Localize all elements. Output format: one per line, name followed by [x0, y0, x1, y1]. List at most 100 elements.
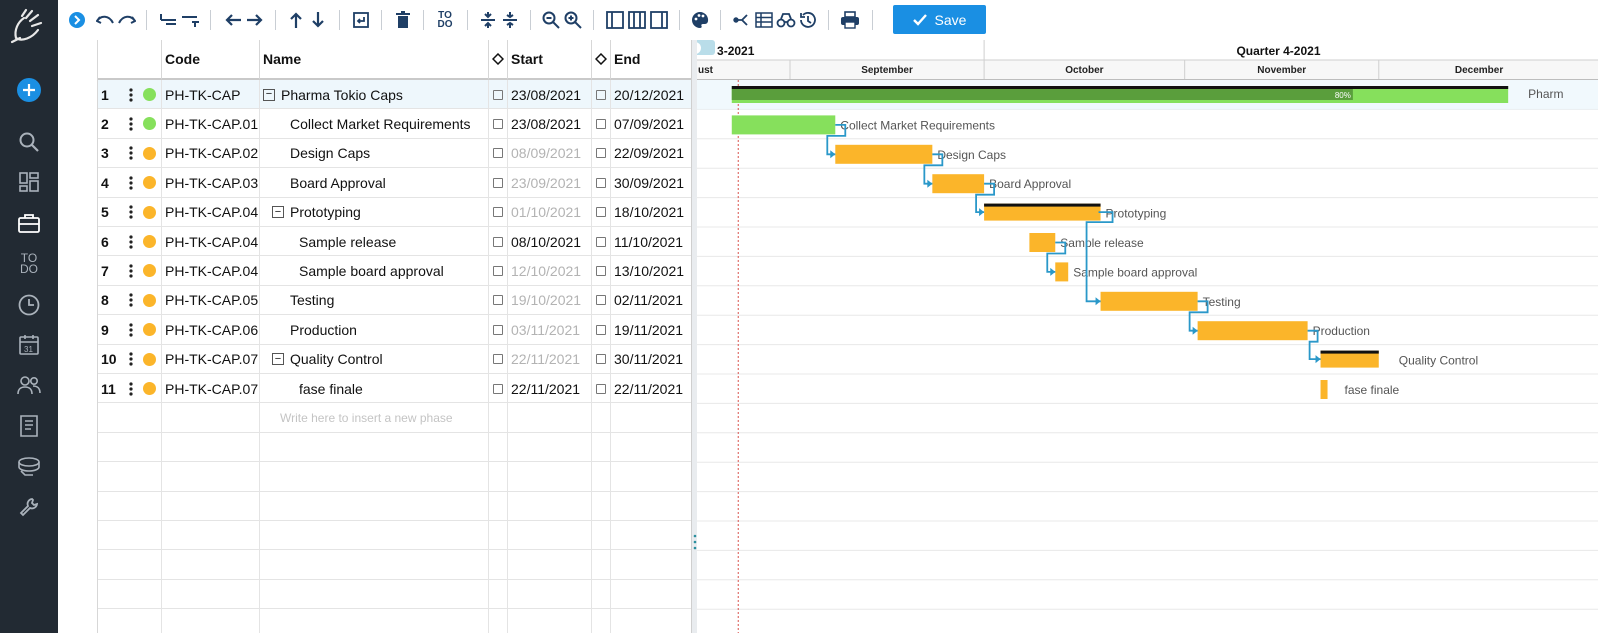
row-menu-icon[interactable]	[124, 80, 138, 109]
name-cell[interactable]	[260, 609, 489, 633]
code-cell[interactable]: PH-TK-CAP	[162, 80, 260, 109]
table-icon[interactable]	[754, 9, 774, 31]
indent-icon[interactable]	[180, 9, 200, 31]
search-icon[interactable]	[14, 127, 44, 157]
name-cell[interactable]	[260, 521, 489, 550]
code-cell[interactable]: PH-TK-CAP.07	[162, 344, 260, 374]
start-constraint-checkbox[interactable]	[489, 227, 508, 256]
end-date-cell[interactable]: 30/09/2021	[611, 168, 691, 197]
expand-all-icon[interactable]	[478, 9, 498, 31]
code-cell[interactable]: PH-TK-CAP.02	[162, 138, 260, 168]
table-row[interactable]: 7 PH-TK-CAP.04.02 Sample board approval 12/…	[98, 256, 691, 286]
end-constraint-checkbox[interactable]	[592, 168, 611, 198]
layout-both-icon[interactable]	[627, 9, 647, 31]
calendar-icon[interactable]: 31	[14, 330, 44, 360]
grid-header-end[interactable]: End	[611, 40, 691, 80]
add-icon[interactable]	[14, 75, 44, 105]
name-cell[interactable]: Board Approval	[260, 168, 489, 198]
row-menu-icon[interactable]	[124, 198, 138, 227]
history-icon[interactable]	[798, 9, 818, 31]
table-row[interactable]: 3 PH-TK-CAP.02 Design Caps 08/09/2021 22/09/…	[98, 138, 691, 169]
gantt-bar[interactable]	[1320, 380, 1328, 399]
collapse-toggle-icon[interactable]: −	[272, 353, 284, 366]
name-cell[interactable]: Write here to insert a new phase	[260, 403, 489, 433]
coins-icon[interactable]	[14, 451, 44, 481]
gantt-bar[interactable]	[835, 144, 933, 164]
code-cell[interactable]: PH-TK-CAP.04.01	[162, 227, 260, 256]
name-cell[interactable]: − Quality Control	[260, 344, 489, 374]
grid-header-start[interactable]: Start	[508, 40, 592, 80]
name-cell[interactable]	[260, 491, 489, 521]
start-date-cell[interactable]: 23/08/2021	[508, 80, 592, 109]
start-constraint-checkbox[interactable]	[489, 197, 508, 227]
end-date-cell[interactable]: 22/11/2021	[611, 374, 691, 403]
code-cell[interactable]: PH-TK-CAP.04	[162, 197, 260, 227]
name-cell[interactable]: fase finale	[260, 374, 489, 403]
table-row[interactable]: 10 PH-TK-CAP.07− Quality Control 22/11/2021…	[98, 344, 691, 374]
start-date-cell[interactable]: 08/09/2021	[508, 138, 592, 168]
end-constraint-checkbox[interactable]	[592, 138, 611, 168]
row-menu-icon[interactable]	[124, 374, 138, 403]
dashboard-icon[interactable]	[14, 167, 44, 197]
end-date-cell[interactable]: 30/11/2021	[611, 345, 691, 374]
expand-icon[interactable]	[68, 9, 86, 31]
name-cell[interactable]: − Pharma Tokio Caps	[260, 80, 489, 109]
row-menu-icon[interactable]	[124, 109, 138, 138]
start-constraint-checkbox[interactable]	[489, 315, 508, 345]
name-cell[interactable]: − Prototyping	[260, 197, 489, 227]
layout-right-icon[interactable]	[649, 9, 669, 31]
name-cell[interactable]	[260, 432, 489, 462]
end-constraint-checkbox[interactable]	[592, 315, 611, 345]
name-cell[interactable]: Sample release	[260, 227, 489, 256]
name-cell[interactable]: Sample board approval	[260, 256, 489, 286]
code-cell[interactable]: PH-TK-CAP.01	[162, 109, 260, 139]
undo-icon[interactable]	[95, 9, 115, 31]
end-constraint-checkbox[interactable]	[592, 344, 611, 374]
gantt-bar[interactable]	[1197, 321, 1308, 341]
collapse-toggle-icon[interactable]: −	[272, 206, 284, 219]
name-cell[interactable]	[260, 462, 489, 492]
start-date-cell[interactable]: 19/10/2021	[508, 285, 592, 315]
todo-icon[interactable]: TO DO	[14, 249, 44, 279]
name-cell[interactable]: Collect Market Requirements	[260, 109, 489, 139]
start-date-cell[interactable]: 22/11/2021	[508, 344, 592, 374]
start-constraint-checkbox[interactable]	[489, 138, 508, 168]
collapse-all-icon[interactable]	[500, 9, 520, 31]
name-cell[interactable]: Design Caps	[260, 138, 489, 168]
start-date-cell[interactable]: 01/10/2021	[508, 197, 592, 227]
move-up-icon[interactable]	[287, 9, 305, 31]
layout-left-icon[interactable]	[605, 9, 625, 31]
grid-header-name[interactable]: Name	[260, 40, 489, 80]
start-constraint-checkbox[interactable]	[489, 374, 508, 403]
code-cell[interactable]: PH-TK-CAP.05	[162, 285, 260, 315]
start-date-cell[interactable]: 22/11/2021	[508, 374, 592, 403]
gantt-bar[interactable]	[1055, 262, 1069, 282]
move-left-icon[interactable]	[223, 9, 243, 31]
end-date-cell[interactable]: 18/10/2021	[611, 198, 691, 227]
end-date-cell[interactable]: 07/09/2021	[611, 109, 691, 138]
outdent-icon[interactable]	[158, 9, 178, 31]
redo-icon[interactable]	[117, 9, 137, 31]
code-cell[interactable]: PH-TK-CAP.06	[162, 315, 260, 345]
name-cell[interactable]	[260, 550, 489, 580]
start-constraint-checkbox[interactable]	[489, 256, 508, 286]
compare-icon[interactable]	[776, 9, 796, 31]
row-menu-icon[interactable]	[124, 286, 138, 315]
start-constraint-checkbox[interactable]	[489, 80, 508, 109]
row-menu-icon[interactable]	[124, 227, 138, 256]
end-date-cell[interactable]: 19/11/2021	[611, 315, 691, 344]
save-button[interactable]: Save	[893, 5, 986, 34]
clock-icon[interactable]	[14, 290, 44, 320]
start-date-cell[interactable]: 23/08/2021	[508, 109, 592, 139]
collapse-toggle-icon[interactable]: −	[263, 88, 275, 101]
grid-header-code[interactable]: Code	[162, 40, 260, 80]
table-row[interactable]: 8 PH-TK-CAP.05 Testing 19/10/2021 02/11/2021	[98, 285, 691, 316]
start-date-cell[interactable]: 08/10/2021	[508, 227, 592, 256]
end-constraint-checkbox[interactable]	[592, 197, 611, 227]
table-row[interactable]: 9 PH-TK-CAP.06 Production 03/11/2021 19/11/2…	[98, 315, 691, 345]
table-row[interactable]: 6 PH-TK-CAP.04.01 Sample release 08/10/2021…	[98, 227, 691, 257]
zoom-out-icon[interactable]	[541, 9, 561, 31]
start-constraint-checkbox[interactable]	[489, 285, 508, 315]
end-constraint-checkbox[interactable]	[592, 227, 611, 256]
name-cell[interactable]: Production	[260, 315, 489, 345]
